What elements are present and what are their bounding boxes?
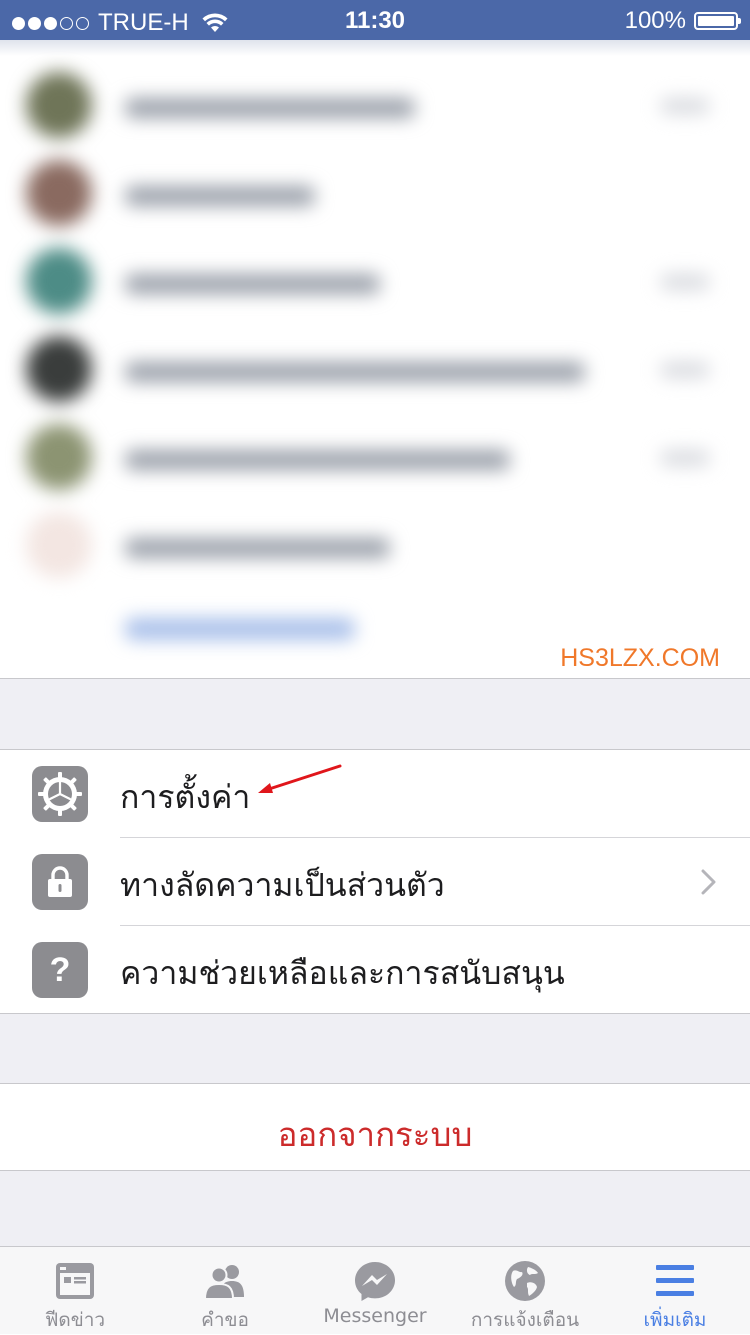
section-separator (0, 1013, 750, 1084)
help-support-row[interactable]: ? ความช่วยเหลือและการสนับสนุน (0, 926, 750, 1014)
status-bar: TRUE-H 11:30 100% (0, 0, 750, 40)
logout-label: ออกจากระบบ (277, 1115, 473, 1154)
blurred-row (0, 148, 750, 236)
blurred-row (0, 60, 750, 148)
question-icon: ? (32, 942, 88, 998)
chevron-right-icon (701, 869, 716, 895)
privacy-shortcuts-row[interactable]: ทางลัดความเป็นส่วนตัว (0, 838, 750, 926)
menu-icon (656, 1265, 694, 1296)
tab-label: ฟีดข่าว (44, 1309, 106, 1331)
settings-label: การตั้งค่า (120, 778, 251, 816)
tab-notifications[interactable]: การแจ้งเตือน (450, 1247, 600, 1335)
gear-icon (32, 766, 88, 822)
blurred-row (0, 412, 750, 500)
news-feed-icon (56, 1263, 94, 1299)
tab-label: เพิ่มเติม (643, 1309, 707, 1331)
section-separator (0, 678, 750, 750)
settings-row[interactable]: การตั้งค่า (0, 750, 750, 838)
tab-requests[interactable]: คำขอ (150, 1247, 300, 1335)
battery-icon (694, 12, 741, 30)
privacy-shortcuts-label: ทางลัดความเป็นส่วนตัว (120, 866, 445, 904)
tab-label: Messenger (323, 1305, 427, 1327)
tab-label: คำขอ (201, 1309, 249, 1331)
globe-icon (505, 1261, 545, 1301)
blurred-row (0, 500, 750, 588)
blurred-row (0, 324, 750, 412)
lock-icon (32, 854, 88, 910)
tab-bar: ฟีดข่าว คำขอ Messenger การแจ้งเตือน เพิ่… (0, 1246, 750, 1334)
blurred-content (0, 40, 750, 660)
tab-messenger[interactable]: Messenger (300, 1247, 450, 1335)
tab-more[interactable]: เพิ่มเติม (600, 1247, 750, 1335)
help-support-label: ความช่วยเหลือและการสนับสนุน (120, 954, 565, 992)
annotation-arrow (258, 764, 342, 793)
logout-button[interactable]: ออกจากระบบ (0, 1084, 750, 1170)
battery-percent: 100% (624, 7, 686, 34)
messenger-icon (355, 1262, 395, 1301)
tab-news-feed[interactable]: ฟีดข่าว (0, 1247, 150, 1335)
friends-icon (203, 1265, 244, 1300)
header-shadow (0, 40, 750, 56)
tab-label: การแจ้งเตือน (470, 1309, 580, 1331)
section-separator (0, 1170, 750, 1247)
blurred-row (0, 236, 750, 324)
watermark-text: HS3LZX.COM (560, 644, 720, 672)
